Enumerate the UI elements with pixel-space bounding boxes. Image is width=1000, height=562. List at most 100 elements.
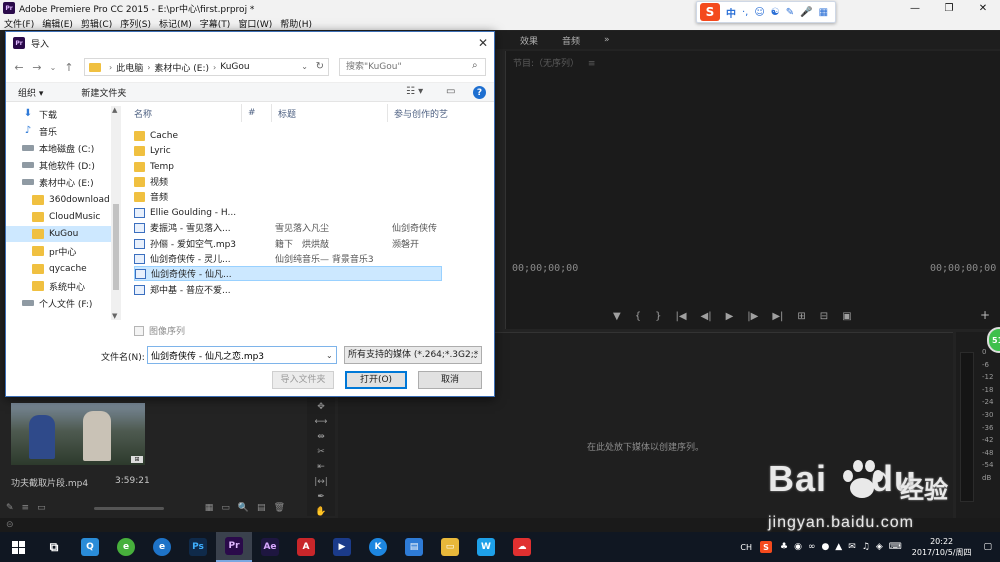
column-header-title[interactable]: 标题 — [272, 104, 388, 122]
menu-help[interactable]: 帮助(H) — [280, 17, 312, 30]
clip-name[interactable]: 功夫截取片段.mp4 — [11, 476, 88, 489]
close-icon[interactable]: ✕ — [478, 36, 488, 50]
play-icon[interactable]: ▶ — [726, 311, 734, 322]
add-marker-icon[interactable]: ▼ — [613, 311, 621, 322]
file-row-ellie[interactable]: Ellie Goulding - H... — [134, 205, 442, 220]
taskbar-app-media[interactable]: ▶ — [324, 532, 360, 562]
edit-icon[interactable]: ✎ — [6, 503, 14, 513]
taskbar-app-photoshop[interactable]: Ps — [180, 532, 216, 562]
automate-icon[interactable]: ▦ — [205, 503, 214, 513]
filetype-dropdown-icon[interactable]: ⌄ — [472, 351, 479, 360]
taskbar-app-acrobat[interactable]: A — [288, 532, 324, 562]
network-icon[interactable]: ◈ — [876, 542, 883, 552]
add-button[interactable]: + — [980, 308, 990, 322]
nav-item-360download[interactable]: 360download — [32, 192, 111, 208]
move-tool-icon[interactable]: ✥ — [317, 402, 325, 412]
menu-clip[interactable]: 剪辑(C) — [81, 17, 112, 30]
pen-tool-icon[interactable]: ✒ — [317, 492, 325, 502]
nav-item-pr-center[interactable]: pr中心 — [32, 243, 111, 259]
slip-tool-icon[interactable]: |↔| — [314, 477, 328, 487]
file-row-audio[interactable]: 音频 — [134, 189, 442, 204]
handwrite-icon[interactable]: ✎ — [786, 7, 794, 18]
timecode-current[interactable]: 00;00;00;00 — [512, 263, 578, 274]
sogou-logo-icon[interactable]: S — [700, 3, 720, 21]
export-frame-icon[interactable]: ▣ — [842, 311, 851, 322]
microphone-icon[interactable]: 🎤 — [800, 7, 812, 18]
breadcrumb-this-pc[interactable]: 此电脑 — [116, 61, 143, 74]
breadcrumb-drive-e[interactable]: 素材中心 (E:) — [154, 61, 209, 74]
taskbar-task-view[interactable]: ⧉ — [36, 532, 72, 562]
go-to-in-icon[interactable]: |◀ — [675, 311, 686, 322]
keyboard-icon[interactable]: ⌨ — [889, 542, 902, 552]
filename-dropdown-icon[interactable]: ⌄ — [326, 351, 333, 360]
cancel-button[interactable]: 取消 — [418, 371, 482, 389]
address-bar[interactable]: › 此电脑 › 素材中心 (E:) › KuGou ⌄ ↻ — [84, 58, 329, 76]
address-dropdown-icon[interactable]: ⌄ — [301, 62, 308, 71]
taskbar-app-blue[interactable]: Q — [72, 532, 108, 562]
tray-icon[interactable]: ✉ — [848, 542, 856, 552]
scroll-up-icon[interactable]: ▲ — [112, 106, 117, 114]
minimize-button[interactable]: — — [898, 0, 932, 16]
start-button[interactable] — [0, 532, 36, 562]
track-select-icon[interactable]: ⇤ — [317, 462, 325, 472]
up-arrow-icon[interactable]: ↑ — [60, 61, 78, 74]
view-options-icon[interactable]: ☷ ▾ — [406, 86, 423, 97]
new-folder-button[interactable]: 新建文件夹 — [81, 86, 126, 99]
notification-icon[interactable]: ▢ — [983, 542, 992, 552]
input-language[interactable]: CH — [740, 543, 752, 552]
search-input[interactable] — [339, 58, 486, 76]
step-back-icon[interactable]: ◀| — [701, 311, 712, 322]
column-header-name[interactable]: 名称 ^ — [128, 104, 242, 122]
tray-icon[interactable]: ● — [821, 542, 829, 552]
tray-icon[interactable]: ▲ — [835, 542, 842, 552]
new-bin-icon[interactable]: ▭ — [221, 503, 230, 513]
scroll-down-icon[interactable]: ▼ — [112, 312, 117, 320]
recent-locations-icon[interactable]: ⌄ — [46, 63, 60, 72]
nav-item-qycache[interactable]: qycache — [32, 261, 111, 277]
nav-item-kugou[interactable]: KuGou — [6, 226, 111, 242]
file-row-xianfan[interactable]: 仙剑奇侠传 - 仙凡... — [134, 266, 442, 281]
menu-marker[interactable]: 标记(M) — [159, 17, 192, 30]
volume-icon[interactable]: ♫ — [862, 542, 870, 552]
toolbox-icon[interactable]: ▦ — [819, 7, 828, 18]
close-app-button[interactable]: ✕ — [966, 0, 1000, 16]
taskbar-app-kugou[interactable]: K — [360, 532, 396, 562]
back-arrow-icon[interactable]: ← — [10, 61, 28, 74]
navigation-scrollbar[interactable]: ▲ ▼ — [111, 106, 121, 320]
tab-effects[interactable]: 效果 — [520, 34, 538, 47]
menu-edit[interactable]: 编辑(E) — [42, 17, 73, 30]
hand-tool-icon[interactable]: ✋ — [315, 507, 326, 517]
mark-in-icon[interactable]: { — [635, 311, 641, 322]
file-row-zhengzhongji[interactable]: 郑中基 - 普应不爱... — [134, 282, 442, 297]
refresh-icon[interactable]: ↻ — [316, 61, 324, 72]
menu-sequence[interactable]: 序列(S) — [120, 17, 151, 30]
file-row-cache[interactable]: Cache — [134, 128, 442, 143]
zoom-slider[interactable] — [93, 506, 164, 510]
open-button[interactable]: 打开(O) — [345, 371, 407, 389]
tray-icon[interactable]: ♣ — [780, 542, 788, 552]
menu-title[interactable]: 字幕(T) — [200, 17, 231, 30]
razor-tool-icon[interactable]: ✂ — [317, 447, 325, 457]
list-view-icon[interactable]: ≡ — [22, 503, 30, 513]
go-to-out-icon[interactable]: ▶| — [772, 311, 783, 322]
sogou-tray-icon[interactable]: S — [760, 541, 772, 553]
nav-item-cloudmusic[interactable]: CloudMusic — [32, 209, 111, 225]
taskbar-app-360[interactable]: e — [108, 532, 144, 562]
file-row-linger[interactable]: 仙剑奇侠传 - 灵儿... 仙剑纯音乐— 背景音乐3 — [134, 251, 442, 266]
nav-item-music[interactable]: ♪ 音乐 — [22, 123, 111, 139]
organize-button[interactable]: 组织 ▾ — [18, 86, 43, 99]
file-row-sunli[interactable]: 孙俪 - 爱如空气.mp3 籍下 烘烘敲 濒磐开 — [134, 236, 442, 251]
panel-menu-icon[interactable]: ≡ — [588, 59, 596, 69]
clip-thumbnail[interactable]: ⊞ — [11, 403, 145, 465]
menu-window[interactable]: 窗口(W) — [238, 17, 272, 30]
new-item-icon[interactable]: ▤ — [257, 503, 266, 513]
checkbox-box[interactable] — [134, 325, 144, 336]
mark-out-icon[interactable]: } — [655, 311, 661, 322]
taskbar-app-cloud[interactable]: ☁ — [504, 532, 540, 562]
forward-arrow-icon[interactable]: → — [28, 61, 46, 74]
taskbar-app-docs[interactable]: ▤ — [396, 532, 432, 562]
nav-item-drive-d[interactable]: 其他软件 (D:) — [22, 157, 111, 173]
file-row-lyric[interactable]: Lyric — [134, 143, 442, 158]
breadcrumb-kugou[interactable]: KuGou — [220, 62, 249, 72]
column-header-number[interactable]: # — [242, 104, 272, 122]
